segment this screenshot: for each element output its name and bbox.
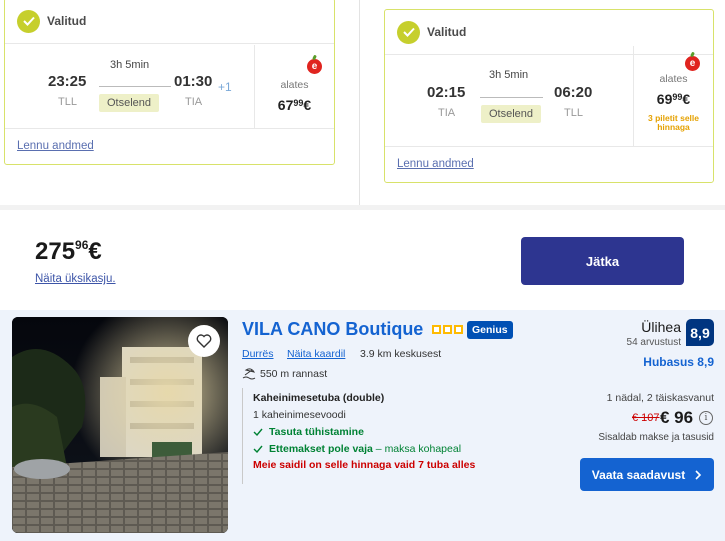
taxes-note: Sisaldab makse ja tasusid xyxy=(598,432,714,443)
original-price: € 107 xyxy=(632,412,660,424)
discounted-price: € 96 xyxy=(660,408,694,427)
star-rating xyxy=(432,325,463,334)
heart-icon xyxy=(196,334,212,348)
star-icon xyxy=(443,325,452,334)
price-cents: 99 xyxy=(672,92,683,102)
availability-warning: Meie saidil on selle hinnaga vaid 7 tuba… xyxy=(253,459,476,471)
depart-time: 23:25 xyxy=(48,73,87,90)
inbound-flight-card[interactable]: Valitud 3h 5min 02:15 TIA Otselend 06:20… xyxy=(384,9,714,183)
price-main: 67 xyxy=(277,97,294,113)
check-icon xyxy=(397,20,420,44)
comfort-subscore: Hubasus 8,9 xyxy=(643,355,714,369)
route-line xyxy=(480,97,543,98)
review-score-badge[interactable]: 8,9 xyxy=(686,319,714,346)
depart-airport: TIA xyxy=(438,107,456,119)
hotel-card[interactable]: VILA CANO Boutique Genius Durrës Näita k… xyxy=(0,310,725,541)
see-availability-label: Vaata saadavust xyxy=(591,467,686,482)
from-label: alates xyxy=(659,73,688,85)
currency: € xyxy=(682,91,691,107)
price-cents: 99 xyxy=(293,98,304,108)
no-prepayment-text: Ettemakset pole vaja xyxy=(269,443,373,455)
price-main: 69 xyxy=(656,91,673,107)
save-favorite-button[interactable] xyxy=(188,325,220,357)
column-divider xyxy=(359,0,360,205)
checkmark-icon xyxy=(253,428,263,436)
star-icon xyxy=(454,325,463,334)
total-price-bar: 27596€ Näita üksikasju. Jätka xyxy=(0,210,725,310)
day-offset: +1 xyxy=(218,80,232,94)
show-on-map-link[interactable]: Näita kaardil xyxy=(287,348,345,360)
selected-header: Valitud xyxy=(5,0,334,44)
direct-flight-badge: Otselend xyxy=(99,94,160,112)
info-icon[interactable]: i xyxy=(699,411,713,425)
selected-label: Valitud xyxy=(427,25,467,39)
rating-word: Ülihea xyxy=(641,319,681,335)
beach-distance-text: 550 m rannast xyxy=(260,368,328,380)
total-price: 27596€ xyxy=(35,238,102,266)
flight-selection-area: Valitud 3h 5min 23:25 TLL Otselend 01:30… xyxy=(0,0,725,205)
airline-logo-icon: e xyxy=(307,59,322,74)
arrive-time: 01:30 xyxy=(174,73,213,90)
total-currency: € xyxy=(88,238,102,265)
seats-left-notice: 3 piletit selle hinnaga xyxy=(647,113,700,132)
depart-time: 02:15 xyxy=(427,84,466,101)
stay-summary: 1 nädal, 2 täiskasvanut xyxy=(606,392,714,404)
flight-price: 6799€ xyxy=(255,97,334,113)
from-label: alates xyxy=(280,79,309,91)
arrive-airport: TLL xyxy=(564,107,583,119)
free-cancellation: Tasuta tühistamine xyxy=(253,426,574,438)
hotel-name-link[interactable]: VILA CANO Boutique xyxy=(242,319,423,340)
direct-flight-badge: Otselend xyxy=(481,105,542,123)
chevron-right-icon xyxy=(695,469,702,480)
bed-info: 1 kaheinimesevoodi xyxy=(253,409,346,421)
no-prepayment: Ettemakset pole vaja – maksa kohapeal xyxy=(253,443,574,455)
selected-label: Valitud xyxy=(47,14,87,28)
distance-from-center: 3.9 km keskusest xyxy=(360,348,442,360)
beach-icon xyxy=(242,368,256,380)
star-icon xyxy=(432,325,441,334)
pay-at-property-text: – maksa kohapeal xyxy=(372,443,462,455)
beach-distance: 550 m rannast xyxy=(242,368,327,380)
total-cents: 96 xyxy=(75,238,89,252)
price-details-link[interactable]: Näita üksikasju. xyxy=(35,273,116,285)
arrive-time: 06:20 xyxy=(554,84,593,101)
checkmark-icon xyxy=(253,445,263,453)
check-icon xyxy=(17,9,40,33)
price-column: e alates 6999€ 3 piletit selle hinnaga xyxy=(633,46,713,147)
free-cancellation-text: Tasuta tühistamine xyxy=(269,426,364,438)
total-main: 275 xyxy=(35,238,76,265)
flight-details-link[interactable]: Lennu andmed xyxy=(397,158,474,170)
card-footer: Lennu andmed xyxy=(5,128,334,164)
continue-button[interactable]: Jätka xyxy=(521,237,684,285)
genius-badge: Genius xyxy=(467,321,513,339)
flight-info: 3h 5min 23:25 TLL Otselend 01:30 +1 TIA … xyxy=(5,45,334,128)
route-line xyxy=(99,86,171,87)
flight-details-link[interactable]: Lennu andmed xyxy=(17,140,94,152)
price-column: e alates 6799€ xyxy=(254,45,334,128)
city-link[interactable]: Durrës xyxy=(242,348,274,360)
outbound-flight-card[interactable]: Valitud 3h 5min 23:25 TLL Otselend 01:30… xyxy=(4,0,335,165)
room-details: Kaheinimesetuba (double) 1 kaheinimesevo… xyxy=(242,388,574,484)
arrive-airport: TIA xyxy=(185,96,203,108)
review-count: 54 arvustust xyxy=(626,337,681,348)
see-availability-button[interactable]: Vaata saadavust xyxy=(580,458,714,491)
flight-duration: 3h 5min xyxy=(489,69,529,81)
flight-price: 6999€ xyxy=(634,91,713,107)
flight-duration: 3h 5min xyxy=(110,59,150,71)
currency: € xyxy=(303,97,312,113)
airline-logo-icon: e xyxy=(685,56,700,71)
room-type: Kaheinimesetuba (double) xyxy=(253,392,385,404)
flight-info: 3h 5min 02:15 TIA Otselend 06:20 TLL e a… xyxy=(385,46,713,147)
depart-airport: TLL xyxy=(58,96,77,108)
card-footer: Lennu andmed xyxy=(385,146,713,182)
